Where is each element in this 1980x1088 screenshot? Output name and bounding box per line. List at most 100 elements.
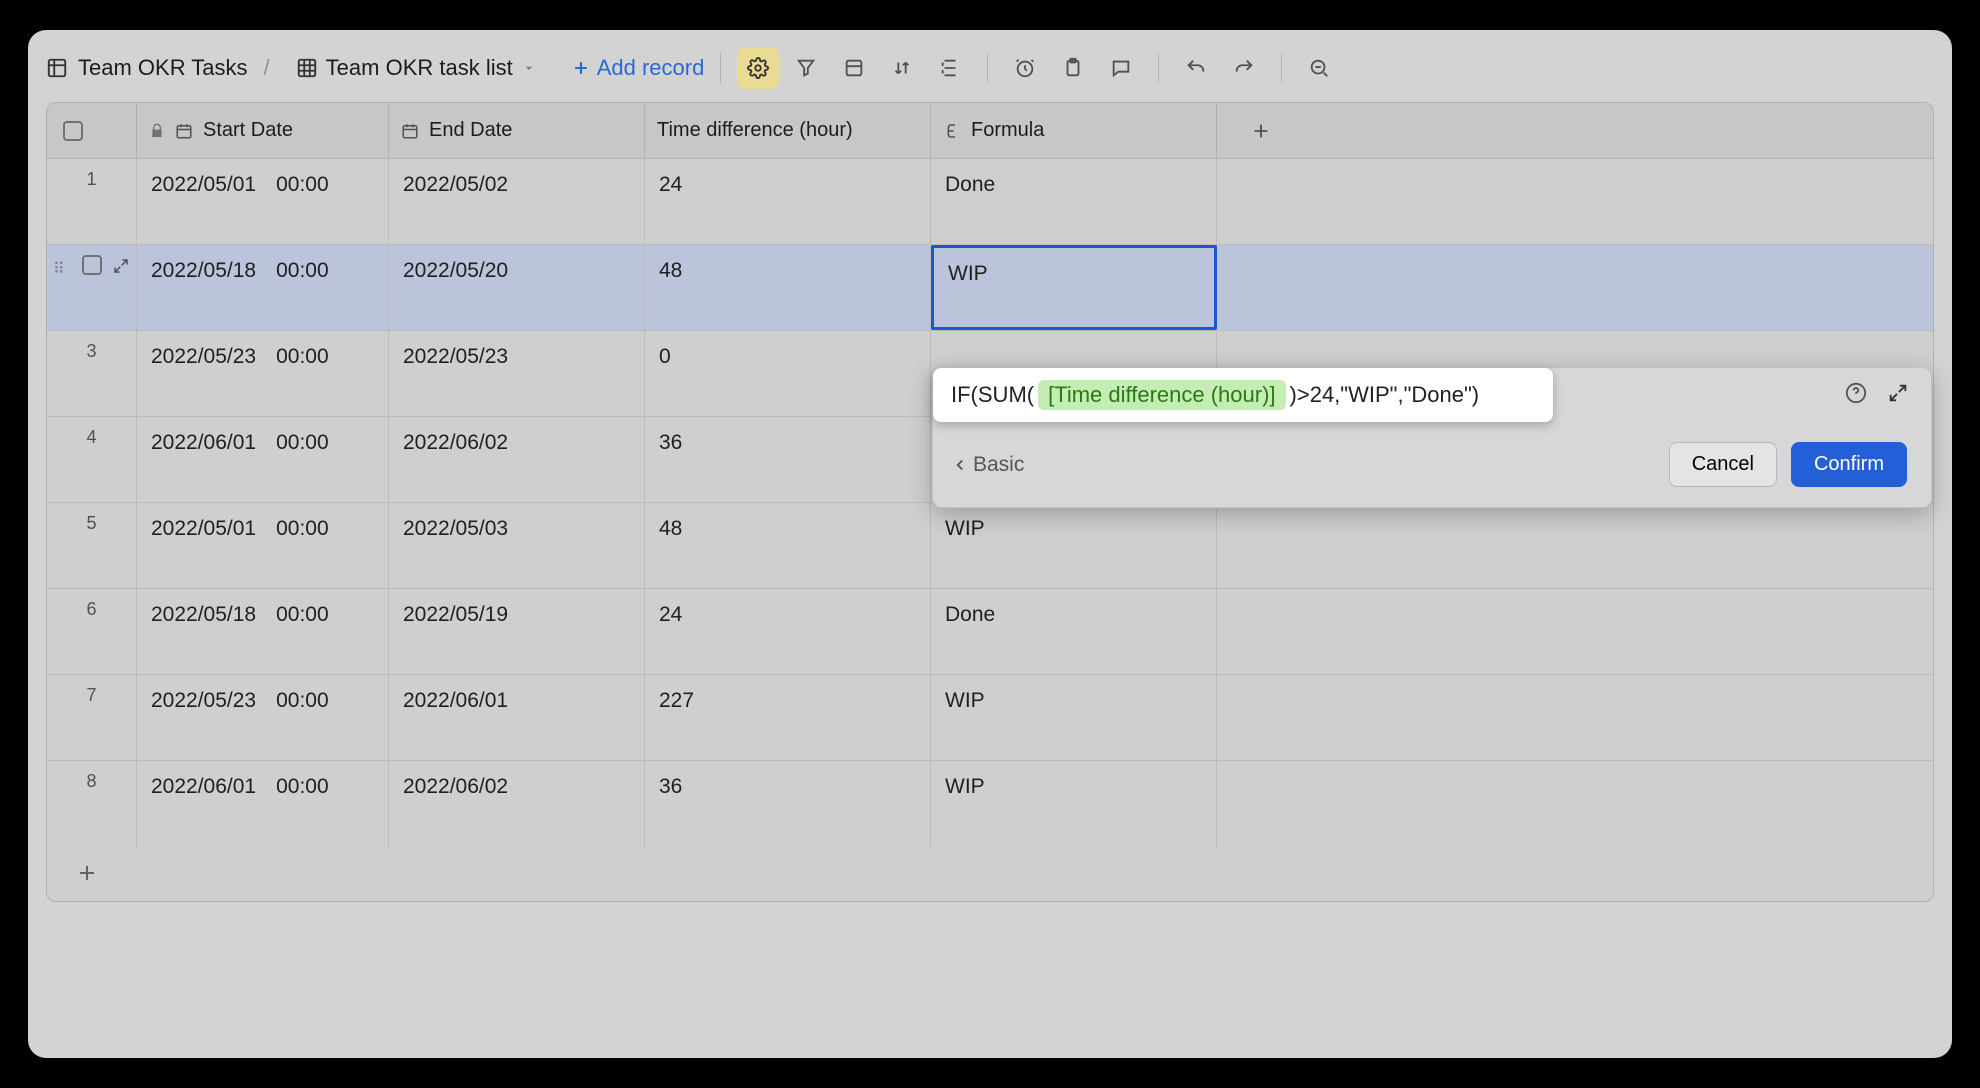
drag-handle-icon[interactable]: ⠿ — [53, 259, 65, 279]
help-icon[interactable] — [1845, 382, 1867, 404]
formula-field-chip[interactable]: [Time difference (hour)] — [1038, 380, 1285, 410]
field-settings-button[interactable] — [737, 47, 779, 89]
column-header-diff[interactable]: Time difference (hour) — [645, 103, 931, 158]
column-label: Start Date — [203, 119, 293, 142]
add-record-label: Add record — [597, 55, 705, 81]
add-record-button[interactable]: Add record — [571, 55, 705, 81]
column-header-end[interactable]: End Date — [389, 103, 645, 158]
workspace-name[interactable]: Team OKR Tasks — [78, 55, 248, 81]
column-label: Time difference (hour) — [657, 119, 853, 142]
row-number: 4 — [47, 417, 137, 502]
column-label: Formula — [971, 119, 1044, 142]
grid-footer — [47, 847, 1933, 899]
cell-end[interactable]: 2022/06/01 — [389, 675, 645, 760]
table-row[interactable]: 6 2022/05/1800:00 2022/05/19 24 Done — [47, 589, 1933, 675]
comment-button[interactable] — [1100, 47, 1142, 89]
date-icon — [175, 122, 193, 140]
table-row[interactable]: 1 2022/05/0100:00 2022/05/02 24 Done — [47, 159, 1933, 245]
cell-end[interactable]: 2022/05/20 — [389, 245, 645, 330]
basic-mode-button[interactable]: Basic — [951, 453, 1024, 477]
row-number: 7 — [47, 675, 137, 760]
cell-diff[interactable]: 227 — [645, 675, 931, 760]
confirm-button[interactable]: Confirm — [1791, 442, 1907, 487]
clipboard-button[interactable] — [1052, 47, 1094, 89]
row-checkbox[interactable] — [82, 255, 102, 275]
cell-formula[interactable]: WIP — [931, 675, 1217, 760]
column-label: End Date — [429, 119, 512, 142]
expand-icon[interactable] — [1887, 382, 1909, 404]
redo-button[interactable] — [1223, 47, 1265, 89]
row-number: 1 — [47, 159, 137, 244]
sort-button[interactable] — [881, 47, 923, 89]
cell-formula[interactable]: WIP — [931, 503, 1217, 588]
plus-icon — [571, 58, 591, 78]
cell-start[interactable]: 2022/05/1800:00 — [137, 589, 389, 674]
breadcrumb: Team OKR Tasks / Team OKR task list — [46, 51, 547, 85]
formula-input[interactable]: IF(SUM( [Time difference (hour)] )>24,"W… — [933, 368, 1553, 422]
date-icon — [401, 122, 419, 140]
toolbar: Team OKR Tasks / Team OKR task list Add … — [28, 30, 1952, 102]
cell-start[interactable]: 2022/05/2300:00 — [137, 675, 389, 760]
table-row[interactable]: 5 2022/05/0100:00 2022/05/03 48 WIP — [47, 503, 1933, 589]
undo-button[interactable] — [1175, 47, 1217, 89]
cancel-button[interactable]: Cancel — [1669, 442, 1777, 487]
cell-diff[interactable]: 36 — [645, 417, 931, 502]
formula-text-suffix: )>24,"WIP","Done") — [1290, 382, 1480, 408]
filter-button[interactable] — [785, 47, 827, 89]
column-header-formula[interactable]: Formula — [931, 103, 1217, 158]
chevron-down-icon — [521, 60, 537, 76]
cell-end[interactable]: 2022/06/02 — [389, 417, 645, 502]
cell-empty — [1217, 503, 1305, 588]
expand-icon[interactable] — [112, 257, 130, 275]
cell-diff[interactable]: 36 — [645, 761, 931, 847]
cell-end[interactable]: 2022/05/03 — [389, 503, 645, 588]
table-row[interactable]: ⠿ 2022/05/1800:00 2022/05/20 48 WIP — [47, 245, 1933, 331]
basic-label: Basic — [973, 453, 1024, 477]
cell-empty — [1217, 761, 1305, 847]
grid-header: Start Date End Date Time difference (hou… — [47, 103, 1933, 159]
cell-start[interactable]: 2022/06/0100:00 — [137, 761, 389, 847]
table-row[interactable]: 7 2022/05/2300:00 2022/06/01 227 WIP — [47, 675, 1933, 761]
view-name: Team OKR task list — [326, 55, 513, 81]
grid-icon — [296, 57, 318, 79]
cell-empty — [1217, 159, 1305, 244]
column-header-start[interactable]: Start Date — [137, 103, 389, 158]
formula-text-prefix: IF(SUM( — [951, 382, 1034, 408]
cell-empty — [1217, 245, 1305, 330]
add-row-button[interactable] — [75, 861, 99, 885]
cell-diff[interactable]: 48 — [645, 503, 931, 588]
view-select[interactable]: Team OKR task list — [286, 51, 547, 85]
select-all-checkbox[interactable] — [63, 121, 83, 141]
lock-icon — [149, 123, 165, 139]
cell-end[interactable]: 2022/05/23 — [389, 331, 645, 416]
cell-diff[interactable]: 48 — [645, 245, 931, 330]
reminder-button[interactable] — [1004, 47, 1046, 89]
table-row[interactable]: 8 2022/06/0100:00 2022/06/02 36 WIP — [47, 761, 1933, 847]
row-height-button[interactable] — [929, 47, 971, 89]
cell-formula-selected[interactable]: WIP — [931, 245, 1217, 330]
search-button[interactable] — [1298, 47, 1340, 89]
cell-end[interactable]: 2022/05/02 — [389, 159, 645, 244]
row-number: 6 — [47, 589, 137, 674]
cell-start[interactable]: 2022/05/1800:00 — [137, 245, 389, 330]
cell-formula[interactable]: Done — [931, 589, 1217, 674]
add-column-button[interactable] — [1217, 103, 1305, 158]
cell-end[interactable]: 2022/06/02 — [389, 761, 645, 847]
cell-start[interactable]: 2022/05/0100:00 — [137, 503, 389, 588]
cell-start[interactable]: 2022/05/2300:00 — [137, 331, 389, 416]
row-number: 3 — [47, 331, 137, 416]
cell-formula[interactable]: WIP — [931, 761, 1217, 847]
cell-diff[interactable]: 24 — [645, 159, 931, 244]
table-icon — [46, 57, 68, 79]
cell-end[interactable]: 2022/05/19 — [389, 589, 645, 674]
cell-start[interactable]: 2022/05/0100:00 — [137, 159, 389, 244]
cell-formula[interactable]: Done — [931, 159, 1217, 244]
cell-start[interactable]: 2022/06/0100:00 — [137, 417, 389, 502]
formula-editor-popover: IF(SUM( [Time difference (hour)] )>24,"W… — [932, 367, 1932, 508]
breadcrumb-sep: / — [264, 55, 270, 81]
cell-empty — [1217, 675, 1305, 760]
cell-diff[interactable]: 24 — [645, 589, 931, 674]
chevron-left-icon — [951, 456, 969, 474]
group-button[interactable] — [833, 47, 875, 89]
cell-diff[interactable]: 0 — [645, 331, 931, 416]
